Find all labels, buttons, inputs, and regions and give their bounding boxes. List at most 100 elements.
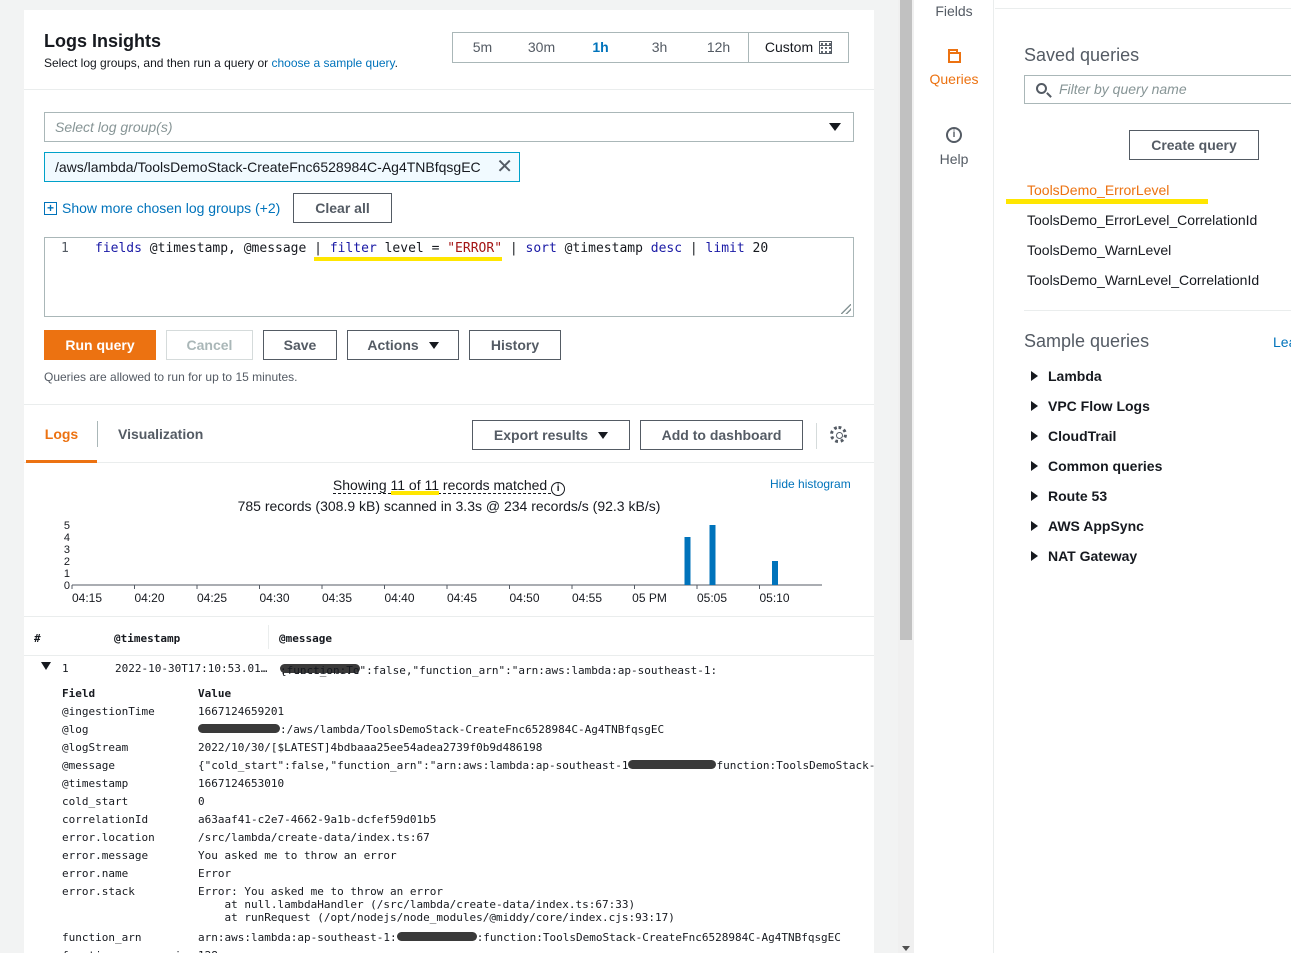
time-range-30m[interactable]: 30m xyxy=(512,33,571,62)
rail-fields[interactable]: Fields xyxy=(914,3,994,19)
show-more-label: Show more chosen log groups (+2) xyxy=(62,200,281,216)
x-tick-label: 04:25 xyxy=(197,591,227,605)
showing-count-wrap: 11 of 11 xyxy=(390,477,440,495)
time-range-custom[interactable]: Custom xyxy=(748,33,848,62)
log-group-select[interactable]: Select log group(s) xyxy=(44,112,854,142)
remove-icon[interactable]: ✕ xyxy=(496,153,513,181)
field-row: @log :/aws/lambda/ToolsDemoStack-CreateF… xyxy=(62,721,874,739)
sample-query-group[interactable]: CloudTrail xyxy=(1031,428,1116,444)
caret-down-icon xyxy=(428,341,439,349)
histogram-bar xyxy=(709,525,716,585)
sample-query-group[interactable]: Common queries xyxy=(1031,458,1162,474)
field-name: @ingestionTime xyxy=(62,705,155,718)
clear-all-button[interactable]: Clear all xyxy=(293,193,392,223)
sample-query-group[interactable]: VPC Flow Logs xyxy=(1031,398,1150,414)
time-range-3h[interactable]: 3h xyxy=(630,33,689,62)
field-row: function_arn arn:aws:lambda:ap-southeast… xyxy=(62,929,874,947)
code-pipe: | xyxy=(502,241,526,256)
rail-help[interactable]: i Help xyxy=(914,127,994,167)
sample-query-group[interactable]: AWS AppSync xyxy=(1031,518,1144,534)
sample-queries-title: Sample queries xyxy=(1024,331,1150,351)
expand-caret-icon xyxy=(1031,371,1038,381)
show-more-log-groups[interactable]: + Show more chosen log groups (+2) xyxy=(44,200,280,216)
y-tick-label: 1 xyxy=(64,568,70,580)
history-button[interactable]: History xyxy=(469,330,561,360)
field-row: error.name Error xyxy=(62,865,874,883)
column-timestamp[interactable]: @timestamp xyxy=(114,632,180,645)
tab-visualization[interactable]: Visualization xyxy=(118,405,203,463)
run-query-button[interactable]: Run query xyxy=(44,330,156,360)
sample-label: NAT Gateway xyxy=(1048,548,1138,564)
saved-query-highlight xyxy=(1006,199,1208,204)
hide-histogram-link[interactable]: Hide histogram xyxy=(770,477,851,491)
save-button[interactable]: Save xyxy=(263,330,337,360)
rail-help-label: Help xyxy=(939,151,969,167)
row-timestamp: 2022-10-30T17:10:53.01… xyxy=(115,662,268,675)
code-limit-args: 20 xyxy=(744,241,769,256)
y-tick-label: 4 xyxy=(64,532,70,544)
resize-grip-icon[interactable] xyxy=(841,304,851,314)
sample-query-group[interactable]: Lambda xyxy=(1031,368,1102,384)
time-range-1h[interactable]: 1h xyxy=(571,33,630,62)
field-value: 2022/10/30/[$LATEST]4bdbaaa25ee54adea273… xyxy=(198,741,543,754)
create-query-button[interactable]: Create query xyxy=(1129,130,1259,160)
time-range-5m[interactable]: 5m xyxy=(453,33,512,62)
field-value: 0 xyxy=(198,795,205,808)
field-value-text: :function:ToolsDemoStack-CreateFnc652898… xyxy=(476,931,841,944)
export-label: Export results xyxy=(493,427,589,443)
sample-label: Route 53 xyxy=(1048,488,1108,504)
field-name: error.message xyxy=(62,849,149,862)
gear-icon[interactable] xyxy=(830,426,847,443)
field-value: arn:aws:lambda:ap-southeast-1::function:… xyxy=(198,931,841,944)
sample-query-group[interactable]: Route 53 xyxy=(1031,488,1107,504)
table-row[interactable]: 1 2022-10-30T17:10:53.01… {"cold_start":… xyxy=(24,660,874,678)
sample-label: AWS AppSync xyxy=(1048,518,1144,534)
filter-query-input[interactable]: Filter by query name xyxy=(1024,75,1291,104)
scroll-down-arrow-icon[interactable] xyxy=(902,946,910,951)
saved-query-item[interactable]: ToolsDemo_WarnLevel_CorrelationId xyxy=(1027,272,1259,288)
expand-caret-icon[interactable] xyxy=(41,662,51,670)
add-to-dashboard-button[interactable]: Add to dashboard xyxy=(640,420,803,450)
tab-logs[interactable]: Logs xyxy=(26,405,97,463)
main-scrollbar[interactable] xyxy=(898,0,914,953)
field-header-row: Field Value xyxy=(62,685,874,703)
subtitle-text: Select log groups, and then run a query … xyxy=(44,56,272,70)
count-highlight xyxy=(390,491,440,495)
field-name: @log xyxy=(62,723,89,736)
actions-button[interactable]: Actions xyxy=(347,330,459,360)
field-value: 128 xyxy=(198,949,218,953)
sample-label: CloudTrail xyxy=(1048,428,1117,444)
query-code: fields @timestamp, @message | filter lev… xyxy=(95,241,768,256)
showing-prefix: Showing xyxy=(332,477,391,493)
x-tick-label: 04:30 xyxy=(259,591,289,605)
field-value: a63aaf41-c2e7-4662-9a1b-dcfef59d01b5 xyxy=(198,813,437,826)
expand-caret-icon xyxy=(1031,431,1038,441)
field-value: {"cold_start":false,"function_arn":"arn:… xyxy=(198,759,875,772)
actions-label: Actions xyxy=(367,337,419,353)
time-range-12h[interactable]: 12h xyxy=(689,33,748,62)
panel-section-divider xyxy=(1024,310,1291,311)
log-field-list: Field Value @ingestionTime 1667124659201… xyxy=(62,685,875,953)
query-editor[interactable]: 1 fields @timestamp, @message | filter l… xyxy=(44,237,854,317)
column-message[interactable]: @message xyxy=(279,632,332,645)
scrollbar-thumb[interactable] xyxy=(900,0,912,640)
cancel-button[interactable]: Cancel xyxy=(166,330,253,360)
panel-divider xyxy=(995,8,1291,9)
x-tick-label: 04:35 xyxy=(322,591,352,605)
saved-query-item[interactable]: ToolsDemo_ErrorLevel xyxy=(1027,182,1169,198)
field-value: :/aws/lambda/ToolsDemoStack-CreateFnc652… xyxy=(198,723,664,736)
header-card: Logs Insights Select log groups, and the… xyxy=(24,10,874,90)
rail-queries[interactable]: Queries xyxy=(914,49,994,87)
saved-query-item[interactable]: ToolsDemo_ErrorLevel_CorrelationId xyxy=(1027,212,1257,228)
saved-query-item[interactable]: ToolsDemo_WarnLevel xyxy=(1027,242,1171,258)
column-number[interactable]: # xyxy=(34,632,41,645)
info-icon[interactable]: i xyxy=(551,482,566,496)
expand-plus-icon: + xyxy=(44,201,57,215)
sample-query-group[interactable]: NAT Gateway xyxy=(1031,548,1137,564)
results-table-header: # @timestamp @message xyxy=(24,616,874,656)
export-results-button[interactable]: Export results xyxy=(472,420,630,450)
log-group-placeholder: Select log group(s) xyxy=(55,119,173,135)
field-value: Error: You asked me to throw an error at… xyxy=(198,885,675,924)
sample-query-link[interactable]: choose a sample query xyxy=(271,56,394,70)
learn-more-link[interactable]: Lea xyxy=(1273,334,1291,350)
